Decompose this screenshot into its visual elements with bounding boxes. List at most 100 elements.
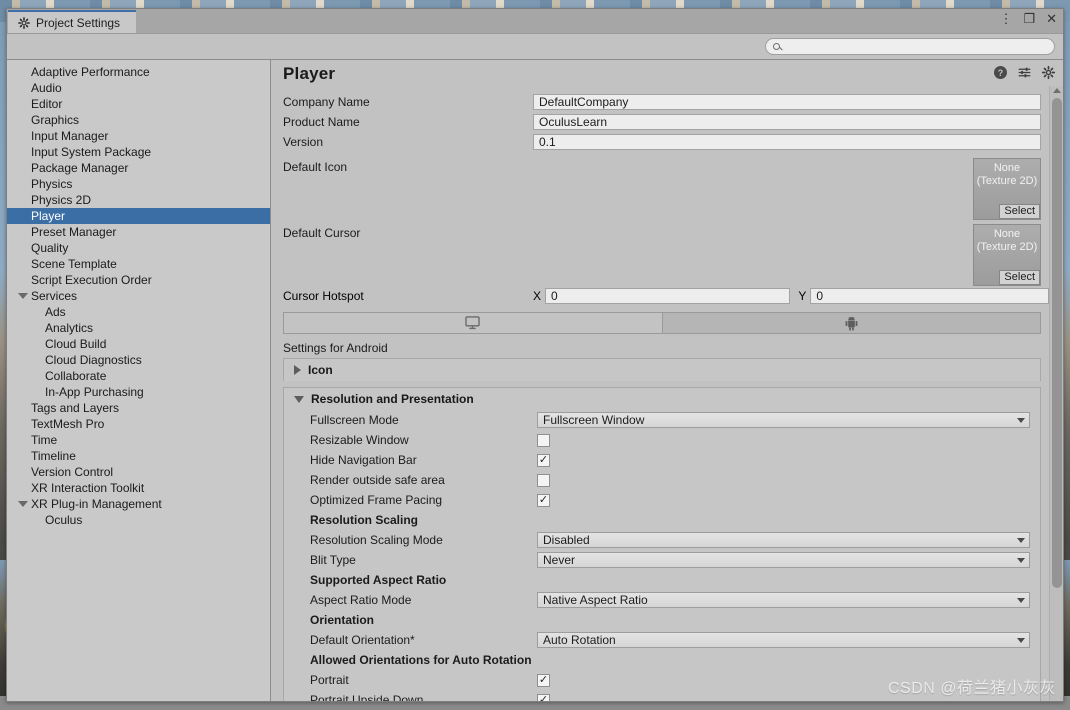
sidebar-item-in-app-purchasing[interactable]: In-App Purchasing [7, 384, 270, 400]
chevron-down-icon[interactable] [18, 293, 28, 299]
scroll-up-arrow[interactable] [1053, 88, 1061, 93]
texture-object-field[interactable]: None (Texture 2D) Select [973, 224, 1041, 286]
dropdown-select[interactable]: Native Aspect Ratio [537, 592, 1030, 608]
sidebar-item-label: Physics 2D [31, 193, 92, 207]
sidebar-item-graphics[interactable]: Graphics [7, 112, 270, 128]
sidebar-item-label: Preset Manager [31, 225, 117, 239]
sidebar-item-adaptive-performance[interactable]: Adaptive Performance [7, 64, 270, 80]
dropdown-select[interactable]: Disabled [537, 532, 1030, 548]
sidebar-item-collaborate[interactable]: Collaborate [7, 368, 270, 384]
close-icon[interactable]: ✕ [1046, 12, 1057, 25]
sidebar-item-label: Cloud Diagnostics [45, 353, 142, 367]
sidebar-item-quality[interactable]: Quality [7, 240, 270, 256]
foldout-title: Resolution and Presentation [311, 392, 474, 406]
sidebar-item-label: Services [31, 289, 78, 303]
preset-icon[interactable] [1018, 66, 1031, 79]
sidebar-item-timeline[interactable]: Timeline [7, 448, 270, 464]
sidebar-item-cloud-build[interactable]: Cloud Build [7, 336, 270, 352]
sidebar-item-xr-plug-in-management[interactable]: XR Plug-in Management [7, 496, 270, 512]
foldout-header[interactable]: Resolution and Presentation [284, 388, 1040, 410]
setting-label: Blit Type [310, 553, 356, 567]
cursor-hotspot-label: Cursor Hotspot [283, 289, 364, 303]
checkbox[interactable]: ✓ [537, 693, 550, 701]
sidebar-item-cloud-diagnostics[interactable]: Cloud Diagnostics [7, 352, 270, 368]
hotspot-y-input[interactable]: 0 [810, 288, 1049, 304]
sidebar-item-input-system-package[interactable]: Input System Package [7, 144, 270, 160]
chevron-right-icon[interactable] [294, 365, 301, 375]
platform-tab-bar [283, 312, 1041, 334]
field-label: Version [283, 135, 324, 149]
standalone-tab[interactable] [284, 313, 663, 333]
scrollbar-thumb[interactable] [1052, 98, 1062, 588]
sidebar-item-label: Cloud Build [45, 337, 107, 351]
settings-gear-icon[interactable] [1042, 66, 1055, 79]
project-settings-window: Project Settings ⋮ ❐ ✕ Adaptive Performa… [6, 8, 1064, 702]
setting-label: Resolution Scaling Mode [310, 533, 443, 547]
settings-sidebar[interactable]: Adaptive Performance Audio Editor Graphics I… [7, 59, 271, 701]
field-row: Version 0.1 [271, 132, 1049, 152]
player-object-fields: Default Icon None (Texture 2D) Select Defaul… [271, 158, 1049, 286]
maximize-icon[interactable]: ❐ [1023, 12, 1035, 25]
sidebar-item-preset-manager[interactable]: Preset Manager [7, 224, 270, 240]
sidebar-item-editor[interactable]: Editor [7, 96, 270, 112]
object-field-label: Default Icon [283, 160, 348, 174]
sidebar-item-tags-and-layers[interactable]: Tags and Layers [7, 400, 270, 416]
sidebar-item-services[interactable]: Services [7, 288, 270, 304]
checkbox[interactable] [537, 473, 550, 487]
text-input[interactable]: DefaultCompany [533, 94, 1041, 110]
sidebar-item-label: Quality [31, 241, 69, 255]
sidebar-item-analytics[interactable]: Analytics [7, 320, 270, 336]
sidebar-item-physics-2d[interactable]: Physics 2D [7, 192, 270, 208]
scroll-wrapper: Company Name DefaultCompany Product Name Oc… [271, 86, 1063, 701]
sidebar-item-version-control[interactable]: Version Control [7, 464, 270, 480]
text-input[interactable]: 0.1 [533, 134, 1041, 150]
field-label: Company Name [283, 95, 370, 109]
dropdown-select[interactable]: Fullscreen Window [537, 412, 1030, 428]
hotspot-x-axis-label: X [533, 289, 542, 303]
setting-row: Aspect Ratio Mode Native Aspect Ratio [284, 590, 1040, 610]
setting-row: Portrait Upside Down ✓ [284, 690, 1040, 701]
search-box[interactable] [765, 38, 1055, 55]
hotspot-x-input[interactable]: 0 [545, 288, 791, 304]
dropdown-select[interactable]: Never [537, 552, 1030, 568]
select-button[interactable]: Select [999, 270, 1040, 285]
texture-object-field[interactable]: None (Texture 2D) Select [973, 158, 1041, 220]
foldout-section: Icon [283, 358, 1041, 381]
sidebar-item-script-execution-order[interactable]: Script Execution Order [7, 272, 270, 288]
foldout-header[interactable]: Icon [284, 359, 1040, 381]
field-label: Product Name [283, 115, 360, 129]
settings-group-header: Allowed Orientations for Auto Rotation [284, 650, 1040, 670]
chevron-down-icon[interactable] [18, 501, 28, 507]
sidebar-item-label: Graphics [31, 113, 80, 127]
checkbox[interactable]: ✓ [537, 453, 550, 467]
sidebar-item-player[interactable]: Player [7, 208, 270, 224]
search-input[interactable] [785, 39, 1035, 54]
sidebar-item-audio[interactable]: Audio [7, 80, 270, 96]
chevron-down-icon[interactable] [294, 395, 304, 403]
sidebar-item-label: In-App Purchasing [45, 385, 144, 399]
help-icon[interactable]: ? [994, 66, 1007, 79]
setting-row: Resizable Window [284, 430, 1040, 450]
select-button[interactable]: Select [999, 204, 1040, 219]
sidebar-item-oculus[interactable]: Oculus [7, 512, 270, 528]
tab-project-settings[interactable]: Project Settings [8, 10, 137, 33]
search-row [7, 34, 1063, 59]
sidebar-item-input-manager[interactable]: Input Manager [7, 128, 270, 144]
sidebar-item-textmesh-pro[interactable]: TextMesh Pro [7, 416, 270, 432]
sidebar-item-time[interactable]: Time [7, 432, 270, 448]
vertical-scrollbar[interactable] [1049, 86, 1063, 701]
text-input[interactable]: OculusLearn [533, 114, 1041, 130]
sidebar-item-xr-interaction-toolkit[interactable]: XR Interaction Toolkit [7, 480, 270, 496]
checkbox[interactable]: ✓ [537, 493, 550, 507]
window-menu-icon[interactable]: ⋮ [999, 12, 1012, 25]
sidebar-item-physics[interactable]: Physics [7, 176, 270, 192]
checkbox[interactable] [537, 433, 550, 447]
android-tab[interactable] [663, 313, 1041, 333]
sidebar-item-ads[interactable]: Ads [7, 304, 270, 320]
sidebar-item-package-manager[interactable]: Package Manager [7, 160, 270, 176]
dropdown-select[interactable]: Auto Rotation [537, 632, 1030, 648]
checkbox[interactable]: ✓ [537, 673, 550, 687]
sidebar-item-scene-template[interactable]: Scene Template [7, 256, 270, 272]
chevron-down-icon [1017, 637, 1025, 643]
sidebar-item-label: TextMesh Pro [31, 417, 105, 431]
